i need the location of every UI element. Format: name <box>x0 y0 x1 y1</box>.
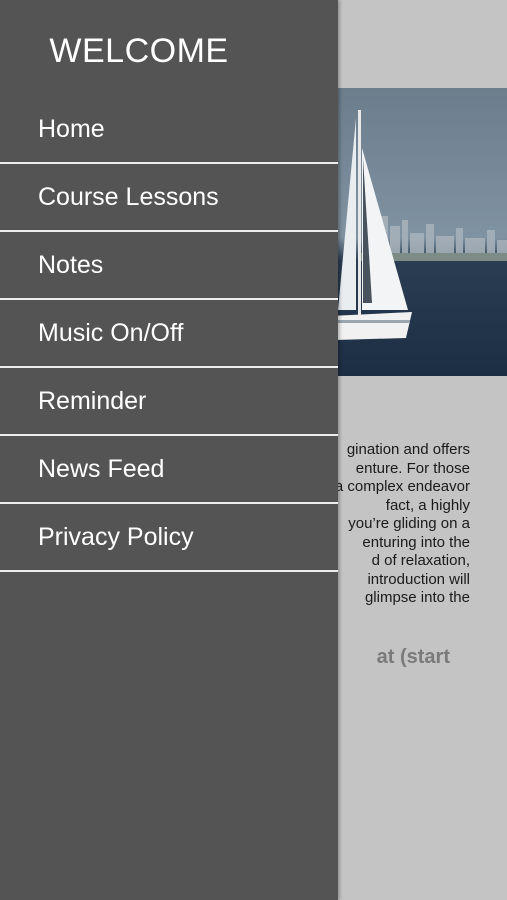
menu-item-home[interactable]: Home <box>0 96 338 164</box>
menu-item-news-feed[interactable]: News Feed <box>0 436 338 504</box>
drawer-title: WELCOME <box>49 32 229 70</box>
drawer-menu: Home Course Lessons Notes Music On/Off R… <box>0 96 338 572</box>
menu-item-privacy-policy[interactable]: Privacy Policy <box>0 504 338 572</box>
menu-item-reminder[interactable]: Reminder <box>0 368 338 436</box>
menu-item-course-lessons[interactable]: Course Lessons <box>0 164 338 232</box>
navigation-drawer: WELCOME Home Course Lessons Notes Music … <box>0 0 338 900</box>
menu-item-music-toggle[interactable]: Music On/Off <box>0 300 338 368</box>
menu-item-notes[interactable]: Notes <box>0 232 338 300</box>
